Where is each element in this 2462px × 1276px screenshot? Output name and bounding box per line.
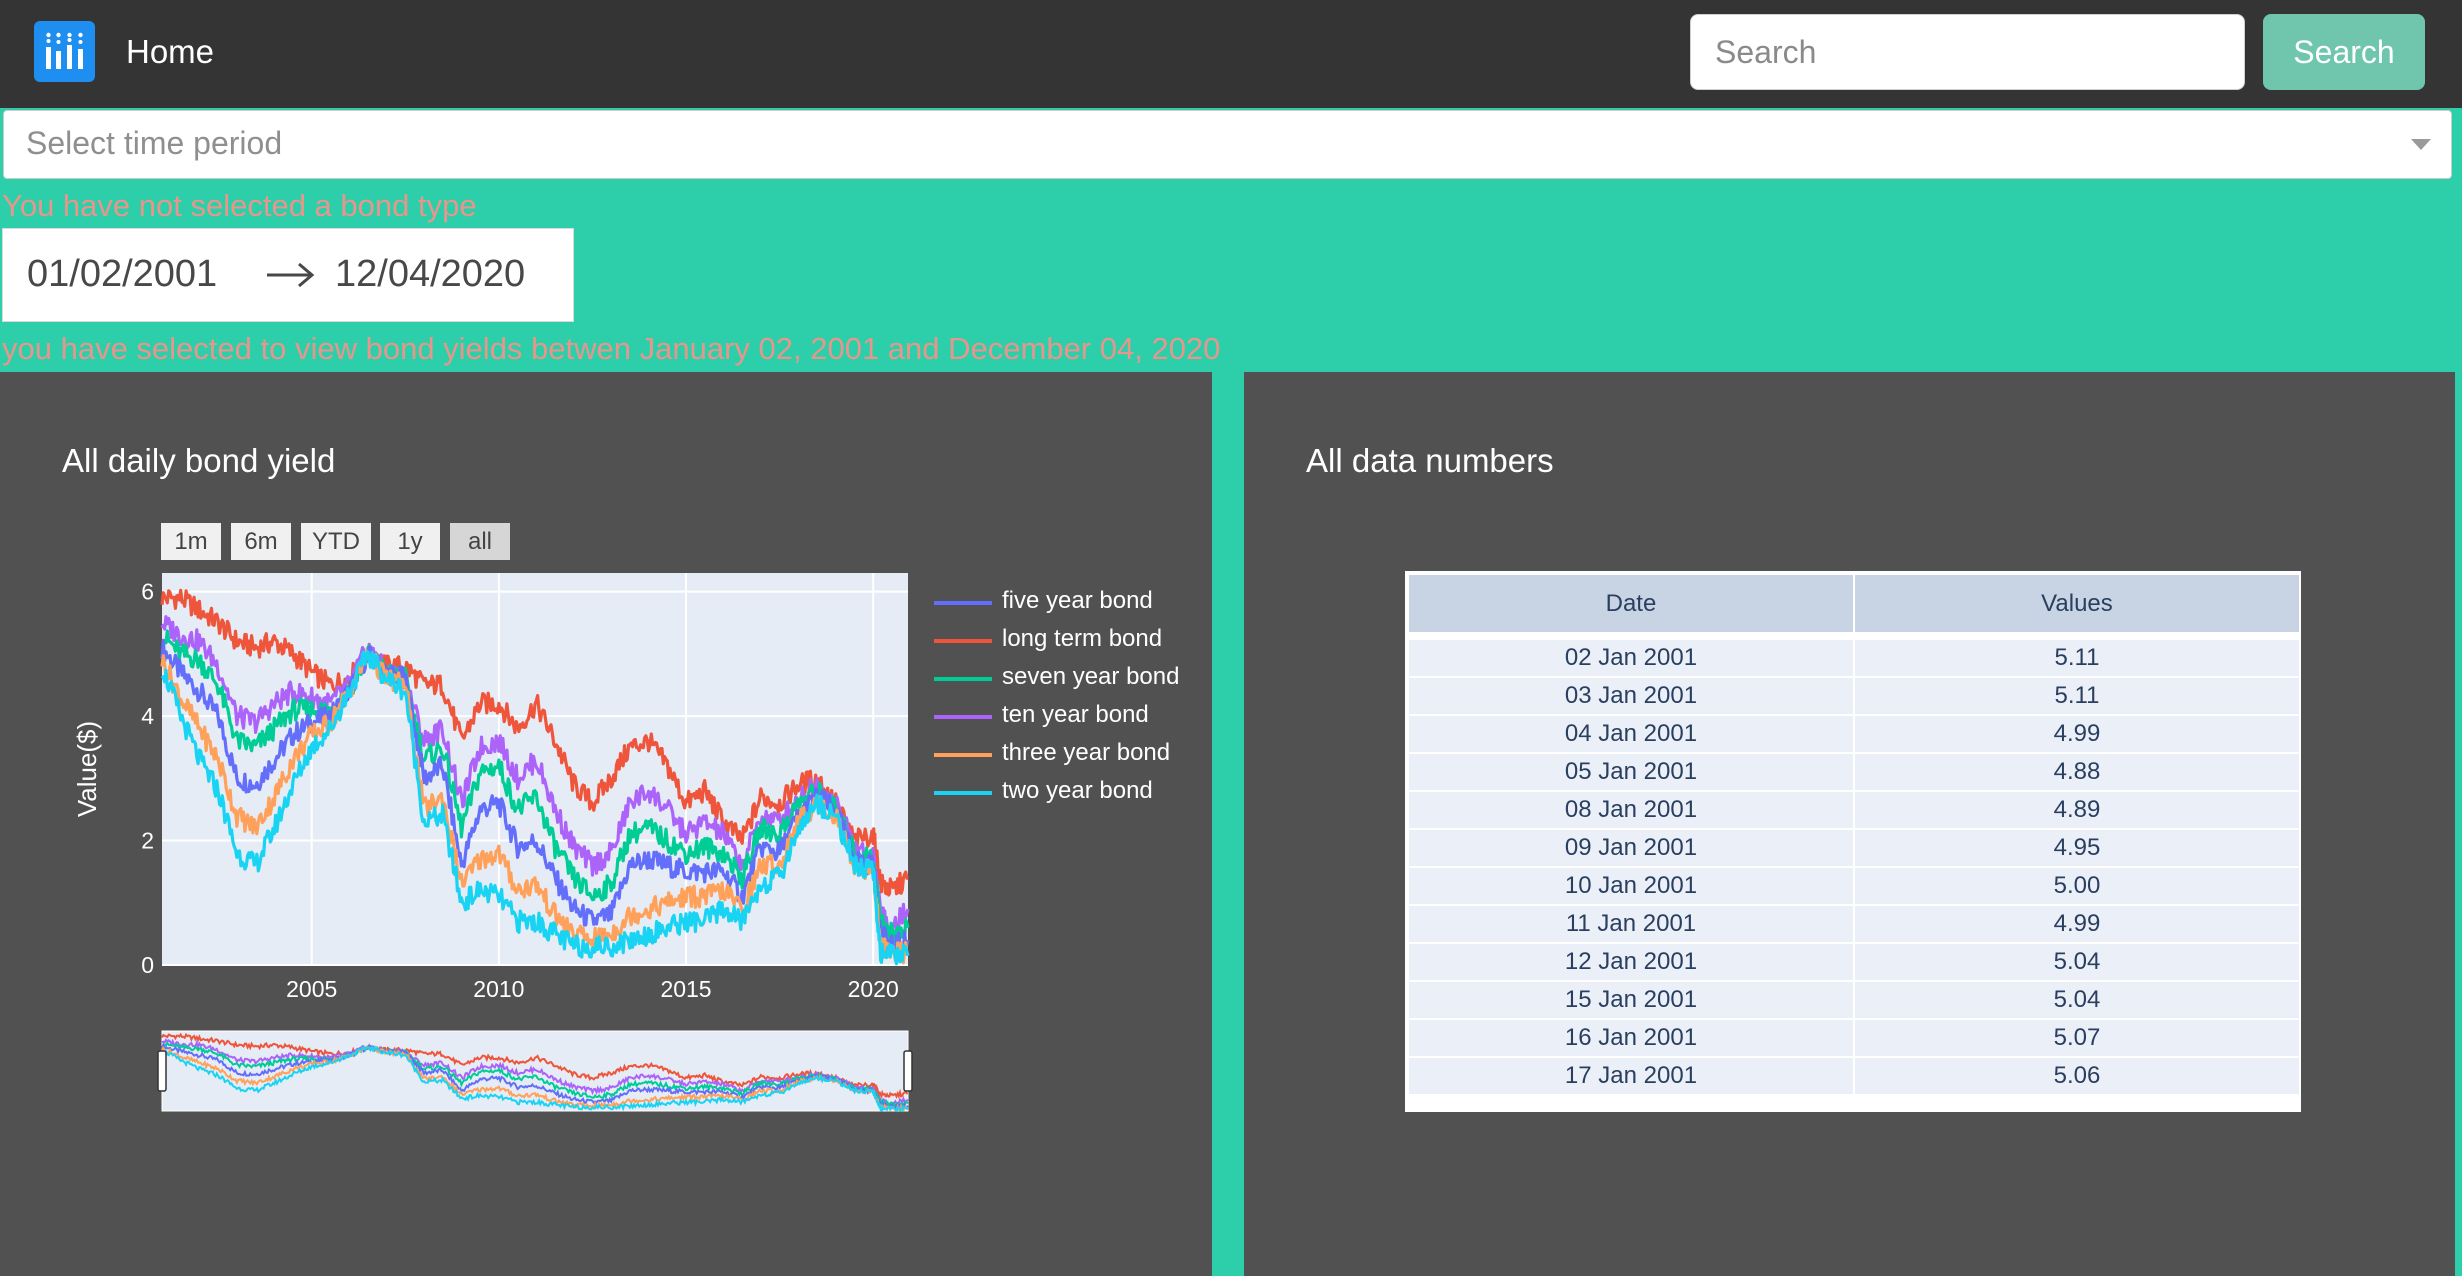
cell-value: 4.88 (1852, 752, 2301, 792)
cell-date: 02 Jan 2001 (1407, 638, 1855, 678)
cell-value: 5.07 (1852, 1018, 2301, 1058)
cell-value: 4.95 (1852, 828, 2301, 868)
legend-label: ten year bond (1002, 701, 1149, 728)
column-header-date[interactable]: Date (1407, 573, 1855, 634)
cell-value: 4.99 (1852, 904, 2301, 944)
cell-value: 4.89 (1852, 790, 2301, 830)
cell-date: 16 Jan 2001 (1407, 1018, 1855, 1058)
table-row[interactable]: 05 Jan 2001 4.88 (1407, 752, 2301, 792)
time-period-dropdown[interactable]: Select time period (3, 110, 2452, 179)
dropdown-placeholder: Select time period (26, 125, 283, 161)
cell-date: 12 Jan 2001 (1407, 942, 1855, 982)
cell-value: 4.99 (1852, 714, 2301, 754)
end-date-input[interactable]: 12/04/2020 (335, 253, 525, 296)
cell-date: 03 Jan 2001 (1407, 676, 1855, 716)
x-tick-label: 2010 (473, 976, 524, 1002)
legend-label: three year bond (1002, 739, 1171, 766)
y-tick-label: 6 (141, 579, 154, 605)
cell-value: 5.11 (1852, 676, 2301, 716)
legend-label: five year bond (1002, 587, 1153, 614)
table-row[interactable]: 02 Jan 2001 5.11 (1407, 638, 2301, 678)
range-button-6m[interactable]: 6m (231, 523, 291, 560)
chevron-down-icon[interactable] (2411, 139, 2431, 150)
cell-value: 5.04 (1852, 980, 2301, 1020)
y-tick-label: 4 (141, 703, 154, 729)
cell-date: 08 Jan 2001 (1407, 790, 1855, 830)
chart-panel: All daily bond yield 2005 2010 2015 2020 0 2 4… (0, 372, 1212, 1276)
arrow-right-icon (267, 262, 315, 288)
bond-yield-chart[interactable]: 2005 2010 2015 2020 0 2 4 6 Value($) (0, 372, 1212, 1276)
table-row[interactable]: 10 Jan 2001 5.00 (1407, 866, 2301, 906)
table-row[interactable]: 12 Jan 2001 5.04 (1407, 942, 2301, 982)
legend-swatch (934, 639, 992, 643)
legend-label: two year bond (1002, 777, 1153, 804)
start-date-input[interactable]: 01/02/2001 (27, 253, 217, 296)
cell-value: 5.11 (1852, 638, 2301, 678)
cell-date: 05 Jan 2001 (1407, 752, 1855, 792)
y-tick-label: 0 (141, 952, 154, 978)
app-logo-icon[interactable] (34, 21, 95, 82)
x-tick-label: 2015 (660, 976, 711, 1002)
date-range-picker[interactable]: 01/02/2001 12/04/2020 (2, 228, 574, 322)
cell-date: 17 Jan 2001 (1407, 1056, 1855, 1096)
legend-label: seven year bond (1002, 663, 1180, 690)
cell-value: 5.00 (1852, 866, 2301, 906)
x-tick-label: 2020 (848, 976, 899, 1002)
table-row[interactable]: 03 Jan 2001 5.11 (1407, 676, 2301, 716)
bond-type-message: You have not selected a bond type (2, 188, 477, 223)
table-row[interactable]: 08 Jan 2001 4.89 (1407, 790, 2301, 830)
table-row[interactable]: 09 Jan 2001 4.95 (1407, 828, 2301, 868)
table-body: 02 Jan 2001 5.11 03 Jan 2001 5.11 04 Jan 200… (1407, 633, 2301, 1096)
top-navbar: Home Search (0, 0, 2462, 108)
column-header-values[interactable]: Values (1852, 573, 2301, 634)
cell-date: 09 Jan 2001 (1407, 828, 1855, 868)
range-button-1m[interactable]: 1m (161, 523, 221, 560)
search-button[interactable]: Search (2263, 14, 2425, 90)
cell-date: 11 Jan 2001 (1407, 904, 1855, 944)
legend-label: long term bond (1002, 625, 1163, 652)
cell-value: 5.04 (1852, 942, 2301, 982)
y-axis-label: Value($) (72, 721, 102, 817)
data-table: Date Values 02 Jan 2001 5.11 03 Jan 2001 5.… (1405, 571, 2301, 1112)
search-input[interactable] (1690, 14, 2245, 90)
cell-date: 10 Jan 2001 (1407, 866, 1855, 906)
legend-swatch (934, 601, 992, 605)
cell-value: 5.06 (1852, 1056, 2301, 1096)
table-row[interactable]: 17 Jan 2001 5.06 (1407, 1056, 2301, 1096)
legend-swatch (934, 677, 992, 681)
legend-swatch (934, 715, 992, 719)
cell-date: 04 Jan 2001 (1407, 714, 1855, 754)
date-range-message: you have selected to view bond yields be… (2, 331, 1221, 366)
x-tick-label: 2005 (286, 976, 337, 1002)
table-row[interactable]: 04 Jan 2001 4.99 (1407, 714, 2301, 754)
range-button-ytd[interactable]: YTD (301, 523, 371, 560)
range-button-all[interactable]: all (450, 523, 510, 560)
table-row[interactable]: 16 Jan 2001 5.07 (1407, 1018, 2301, 1058)
table-title: All data numbers (1306, 442, 1554, 479)
rangeslider-handle-left[interactable] (157, 1050, 167, 1092)
legend-swatch (934, 791, 992, 795)
cell-date: 15 Jan 2001 (1407, 980, 1855, 1020)
y-tick-label: 2 (141, 828, 154, 854)
table-row[interactable]: 11 Jan 2001 4.99 (1407, 904, 2301, 944)
bar-chart-icon (46, 32, 83, 69)
rangeslider-handle-right[interactable] (903, 1050, 913, 1092)
table-row[interactable]: 15 Jan 2001 5.04 (1407, 980, 2301, 1020)
home-link[interactable]: Home (126, 30, 214, 74)
legend-swatch (934, 753, 992, 757)
range-button-1y[interactable]: 1y (380, 523, 440, 560)
